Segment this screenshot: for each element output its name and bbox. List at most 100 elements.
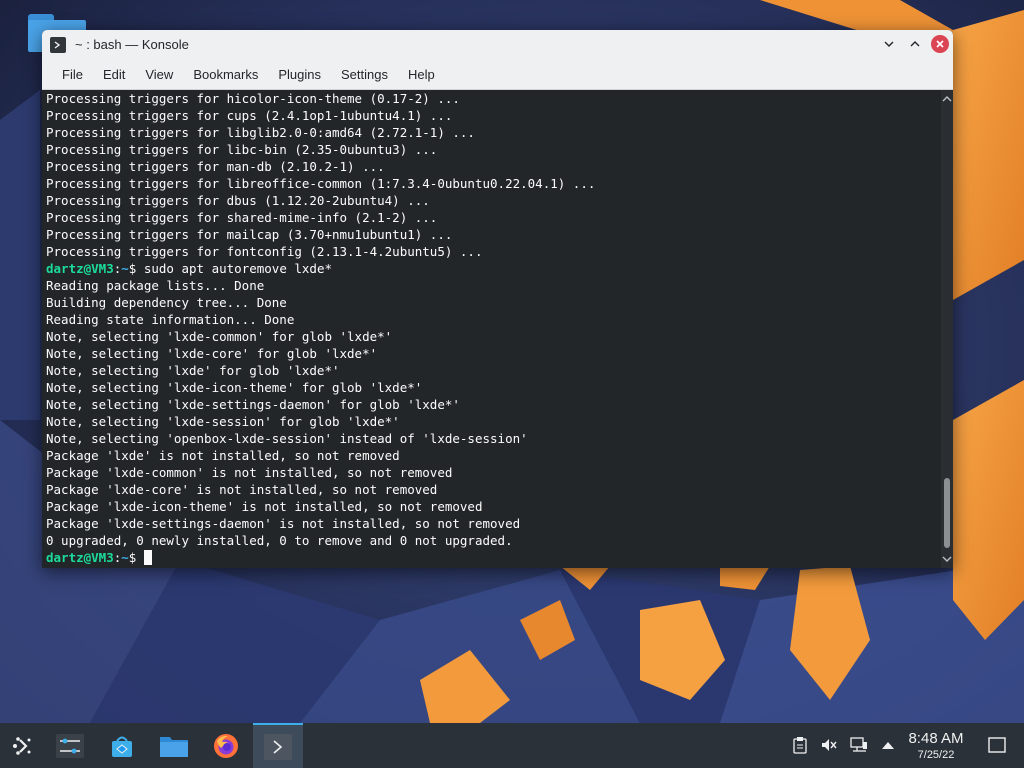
firefox-icon[interactable] bbox=[204, 723, 248, 768]
volume-muted-icon[interactable] bbox=[819, 735, 839, 755]
line-text: Package 'lxde' is not installed, so not … bbox=[46, 448, 400, 463]
terminal-output-line: Package 'lxde-settings-daemon' is not in… bbox=[46, 515, 941, 532]
terminal-output-line: Processing triggers for fontconfig (2.13… bbox=[46, 243, 941, 260]
terminal-output-line: Processing triggers for cups (2.4.1op1-1… bbox=[46, 107, 941, 124]
terminal-output-line: Building dependency tree... Done bbox=[46, 294, 941, 311]
show-desktop-icon[interactable] bbox=[987, 735, 1007, 755]
terminal-output-line: Note, selecting 'lxde' for glob 'lxde*' bbox=[46, 362, 941, 379]
line-text: Processing triggers for shared-mime-info… bbox=[46, 210, 438, 225]
line-text: Note, selecting 'lxde-common' for glob '… bbox=[46, 329, 393, 344]
terminal-output-line: Note, selecting 'lxde-settings-daemon' f… bbox=[46, 396, 941, 413]
prompt-path: ~ bbox=[121, 261, 129, 276]
line-text: 0 upgraded, 0 newly installed, 0 to remo… bbox=[46, 533, 513, 548]
menu-view[interactable]: View bbox=[135, 59, 183, 90]
line-text: Processing triggers for man-db (2.10.2-1… bbox=[46, 159, 385, 174]
close-icon bbox=[936, 40, 944, 48]
menu-bookmarks[interactable]: Bookmarks bbox=[183, 59, 268, 90]
system-settings-icon[interactable] bbox=[47, 723, 93, 768]
terminal-output-line: Note, selecting 'lxde-core' for glob 'lx… bbox=[46, 345, 941, 362]
terminal-output-line: Note, selecting 'openbox-lxde-session' i… bbox=[46, 430, 941, 447]
terminal-output-line: Package 'lxde' is not installed, so not … bbox=[46, 447, 941, 464]
konsole-taskbar-button[interactable] bbox=[253, 723, 303, 768]
line-text: Package 'lxde-core' is not installed, so… bbox=[46, 482, 438, 497]
network-icon[interactable] bbox=[849, 735, 869, 755]
line-text: Processing triggers for hicolor-icon-the… bbox=[46, 91, 460, 106]
minimize-button[interactable] bbox=[879, 34, 899, 54]
clock-time: 8:48 AM bbox=[908, 730, 964, 747]
chevron-up-icon bbox=[910, 41, 920, 47]
konsole-icon bbox=[264, 733, 292, 760]
expand-tray-icon[interactable] bbox=[878, 735, 898, 755]
terminal-output-line: Reading state information... Done bbox=[46, 311, 941, 328]
line-text: Building dependency tree... Done bbox=[46, 295, 287, 310]
prompt-symbol: $ bbox=[128, 261, 144, 276]
line-text: Processing triggers for libreoffice-comm… bbox=[46, 176, 596, 191]
window-titlebar[interactable]: ~ : bash — Konsole bbox=[42, 30, 953, 59]
line-text: Note, selecting 'lxde-session' for glob … bbox=[46, 414, 400, 429]
line-text: Note, selecting 'lxde' for glob 'lxde*' bbox=[46, 363, 340, 378]
line-text: Reading state information... Done bbox=[46, 312, 295, 327]
line-text: Note, selecting 'lxde-core' for glob 'lx… bbox=[46, 346, 378, 361]
line-text: Reading package lists... Done bbox=[46, 278, 265, 293]
scrollbar-thumb[interactable] bbox=[944, 478, 950, 548]
terminal-output-line: Processing triggers for hicolor-icon-the… bbox=[46, 90, 941, 107]
menu-settings[interactable]: Settings bbox=[331, 59, 398, 90]
clock[interactable]: 8:48 AM 7/25/22 bbox=[900, 730, 972, 762]
terminal-output-line: 0 upgraded, 0 newly installed, 0 to remo… bbox=[46, 532, 941, 549]
scroll-up-icon[interactable] bbox=[941, 92, 953, 106]
menu-file[interactable]: File bbox=[52, 59, 93, 90]
terminal-output-line: Package 'lxde-icon-theme' is not install… bbox=[46, 498, 941, 515]
menu-plugins[interactable]: Plugins bbox=[268, 59, 331, 90]
line-text: Processing triggers for fontconfig (2.13… bbox=[46, 244, 483, 259]
terminal-icon[interactable] bbox=[50, 36, 66, 53]
terminal-output-line: Note, selecting 'lxde-common' for glob '… bbox=[46, 328, 941, 345]
menu-bar: File Edit View Bookmarks Plugins Setting… bbox=[42, 59, 953, 90]
menu-help[interactable]: Help bbox=[398, 59, 445, 90]
menu-edit[interactable]: Edit bbox=[93, 59, 135, 90]
discover-store-icon[interactable] bbox=[100, 723, 144, 768]
line-text: Processing triggers for cups (2.4.1op1-1… bbox=[46, 108, 453, 123]
prompt-path: ~ bbox=[121, 550, 129, 565]
konsole-window: ~ : bash — Konsole File Edit View Bookma… bbox=[42, 30, 953, 568]
text-cursor bbox=[143, 550, 152, 565]
terminal-output-line: Note, selecting 'lxde-session' for glob … bbox=[46, 413, 941, 430]
line-text: Note, selecting 'lxde-icon-theme' for gl… bbox=[46, 380, 423, 395]
line-text: Package 'lxde-settings-daemon' is not in… bbox=[46, 516, 521, 531]
terminal-output-line: Processing triggers for shared-mime-info… bbox=[46, 209, 941, 226]
terminal-prompt-line: dartz@VM3:~$ bbox=[46, 549, 941, 566]
terminal-output[interactable]: Processing triggers for hicolor-icon-the… bbox=[42, 90, 941, 568]
terminal-output-line: Processing triggers for libc-bin (2.35-0… bbox=[46, 141, 941, 158]
maximize-button[interactable] bbox=[905, 34, 925, 54]
terminal-scrollbar[interactable] bbox=[941, 90, 953, 568]
taskbar: 8:48 AM 7/25/22 bbox=[0, 723, 1024, 768]
line-text: Processing triggers for libc-bin (2.35-0… bbox=[46, 142, 438, 157]
terminal-output-line: Processing triggers for dbus (1.12.20-2u… bbox=[46, 192, 941, 209]
terminal-output-line: Package 'lxde-core' is not installed, so… bbox=[46, 481, 941, 498]
close-button[interactable] bbox=[931, 35, 949, 53]
terminal-output-line: Reading package lists... Done bbox=[46, 277, 941, 294]
terminal-output-line: Processing triggers for libglib2.0-0:amd… bbox=[46, 124, 941, 141]
line-text: Processing triggers for mailcap (3.70+nm… bbox=[46, 227, 453, 242]
terminal-output-line: Processing triggers for man-db (2.10.2-1… bbox=[46, 158, 941, 175]
terminal-output-line: Processing triggers for mailcap (3.70+nm… bbox=[46, 226, 941, 243]
prompt-user: dartz@VM3 bbox=[46, 550, 114, 565]
line-text: Package 'lxde-icon-theme' is not install… bbox=[46, 499, 483, 514]
prompt-symbol: $ bbox=[128, 550, 144, 565]
terminal-output-line: Package 'lxde-common' is not installed, … bbox=[46, 464, 941, 481]
file-manager-icon[interactable] bbox=[152, 723, 196, 768]
scroll-down-icon[interactable] bbox=[941, 552, 953, 566]
clipboard-icon[interactable] bbox=[790, 735, 810, 755]
line-text: Package 'lxde-common' is not installed, … bbox=[46, 465, 453, 480]
line-text: Processing triggers for dbus (1.12.20-2u… bbox=[46, 193, 430, 208]
line-text: Processing triggers for libglib2.0-0:amd… bbox=[46, 125, 475, 140]
application-launcher-icon[interactable] bbox=[0, 723, 44, 768]
line-text: Note, selecting 'openbox-lxde-session' i… bbox=[46, 431, 528, 446]
chevron-down-icon bbox=[884, 41, 894, 47]
prompt-user: dartz@VM3 bbox=[46, 261, 114, 276]
line-text: Note, selecting 'lxde-settings-daemon' f… bbox=[46, 397, 460, 412]
line-text: sudo apt autoremove lxde* bbox=[143, 261, 333, 276]
clock-date: 7/25/22 bbox=[917, 749, 955, 761]
terminal-prompt-line: dartz@VM3:~$ sudo apt autoremove lxde* bbox=[46, 260, 941, 277]
window-title: ~ : bash — Konsole bbox=[75, 37, 189, 52]
terminal-output-line: Processing triggers for libreoffice-comm… bbox=[46, 175, 941, 192]
